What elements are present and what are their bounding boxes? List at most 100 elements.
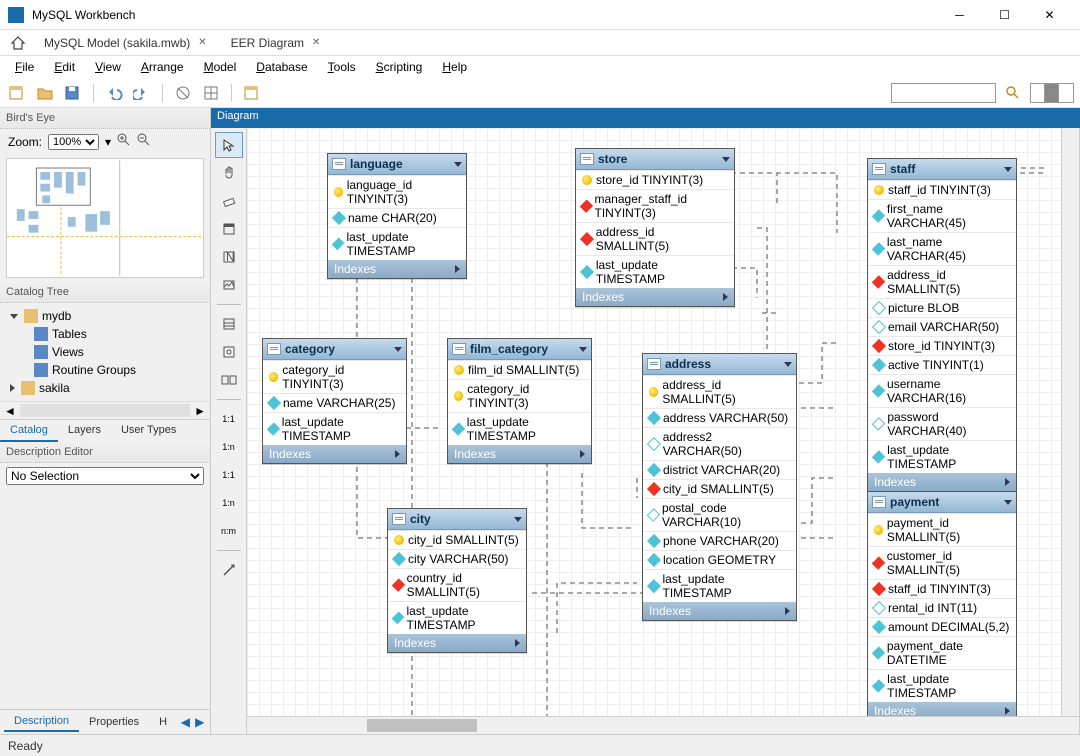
entity-column[interactable]: username VARCHAR(16) xyxy=(868,374,1016,407)
entity-column[interactable]: postal_code VARCHAR(10) xyxy=(643,498,796,531)
reln-1-1-tool-icon[interactable]: 1:1 xyxy=(215,406,243,432)
note-tool-icon[interactable]: N xyxy=(215,244,243,270)
entity-header[interactable]: category xyxy=(263,339,406,360)
subtab-catalog[interactable]: Catalog xyxy=(0,420,58,442)
reln-1-1b-tool-icon[interactable]: 1:1 xyxy=(215,462,243,488)
tree-db-mydb[interactable]: mydb xyxy=(42,309,71,323)
entity-column[interactable]: first_name VARCHAR(45) xyxy=(868,199,1016,232)
layer-tool-icon[interactable] xyxy=(215,216,243,242)
entity-column[interactable]: store_id TINYINT(3) xyxy=(576,170,734,189)
tabs-prev-icon[interactable]: ◀ xyxy=(179,715,191,729)
close-icon[interactable]: ✕ xyxy=(312,37,320,48)
home-icon[interactable] xyxy=(4,32,32,54)
canvas-vscroll[interactable] xyxy=(1061,128,1079,716)
entity-header[interactable]: language xyxy=(328,154,466,175)
catalog-tree[interactable]: mydb Tables Views Routine Groups sakila xyxy=(0,303,210,401)
entity-column[interactable]: address_id SMALLINT(5) xyxy=(643,375,796,408)
entity-column[interactable]: phone VARCHAR(20) xyxy=(643,531,796,550)
entity-column[interactable]: payment_id SMALLINT(5) xyxy=(868,513,1016,546)
entity-header[interactable]: payment xyxy=(868,492,1016,513)
entity-column[interactable]: district VARCHAR(20) xyxy=(643,460,796,479)
undo-icon[interactable] xyxy=(103,82,125,104)
search-input[interactable] xyxy=(891,83,996,103)
description-select[interactable]: No Selection xyxy=(6,467,204,485)
entity-column[interactable]: film_id SMALLINT(5) xyxy=(448,360,591,379)
table-tool-icon[interactable] xyxy=(215,311,243,337)
panel-toggle[interactable] xyxy=(1030,83,1074,103)
entity-column[interactable]: amount DECIMAL(5,2) xyxy=(868,617,1016,636)
chevron-down-icon[interactable] xyxy=(722,157,730,162)
entity-store[interactable]: storestore_id TINYINT(3)manager_staff_id… xyxy=(575,148,735,307)
zoom-out-icon[interactable] xyxy=(137,133,151,150)
entity-column[interactable]: category_id TINYINT(3) xyxy=(448,379,591,412)
entity-header[interactable]: store xyxy=(576,149,734,170)
canvas-hscroll[interactable] xyxy=(247,716,1079,734)
chevron-down-icon[interactable] xyxy=(394,347,402,352)
chevron-down-icon[interactable] xyxy=(784,362,792,367)
entity-column[interactable]: last_update TIMESTAMP xyxy=(388,601,526,634)
routine-tool-icon[interactable] xyxy=(215,367,243,393)
entity-column[interactable]: city_id SMALLINT(5) xyxy=(643,479,796,498)
entity-column[interactable]: last_update TIMESTAMP xyxy=(643,569,796,602)
entity-column[interactable]: address VARCHAR(50) xyxy=(643,408,796,427)
entity-indexes[interactable]: Indexes xyxy=(328,260,466,278)
tree-views[interactable]: Views xyxy=(52,345,84,359)
menu-tools[interactable]: Tools xyxy=(319,57,365,77)
entity-header[interactable]: city xyxy=(388,509,526,530)
reln-1-n-tool-icon[interactable]: 1:n xyxy=(215,434,243,460)
new-table-icon[interactable] xyxy=(241,82,263,104)
menu-database[interactable]: Database xyxy=(247,57,316,77)
chevron-down-icon[interactable] xyxy=(1004,500,1012,505)
entity-column[interactable]: picture BLOB xyxy=(868,298,1016,317)
tree-tables[interactable]: Tables xyxy=(52,327,87,341)
entity-column[interactable]: manager_staff_id TINYINT(3) xyxy=(576,189,734,222)
entity-column[interactable]: name VARCHAR(25) xyxy=(263,393,406,412)
entity-column[interactable]: last_update TIMESTAMP xyxy=(868,440,1016,473)
maximize-button[interactable]: ☐ xyxy=(982,0,1027,30)
menu-edit[interactable]: Edit xyxy=(45,57,84,77)
entity-indexes[interactable]: Indexes xyxy=(576,288,734,306)
tabs-next-icon[interactable]: ▶ xyxy=(194,715,206,729)
entity-column[interactable]: address_id SMALLINT(5) xyxy=(868,265,1016,298)
subtab-usertypes[interactable]: User Types xyxy=(111,420,186,442)
open-icon[interactable] xyxy=(34,82,56,104)
entity-header[interactable]: staff xyxy=(868,159,1016,180)
entity-column[interactable]: location GEOMETRY xyxy=(643,550,796,569)
entity-column[interactable]: city_id SMALLINT(5) xyxy=(388,530,526,549)
entity-column[interactable]: staff_id TINYINT(3) xyxy=(868,579,1016,598)
chevron-down-icon[interactable]: ▾ xyxy=(105,135,111,149)
redo-icon[interactable] xyxy=(131,82,153,104)
entity-indexes[interactable]: Indexes xyxy=(868,473,1016,491)
entity-column[interactable]: rental_id INT(11) xyxy=(868,598,1016,617)
image-tool-icon[interactable] xyxy=(215,272,243,298)
zoom-in-icon[interactable] xyxy=(117,133,131,150)
new-icon[interactable] xyxy=(6,82,28,104)
entity-column[interactable]: store_id TINYINT(3) xyxy=(868,336,1016,355)
entity-city[interactable]: citycity_id SMALLINT(5)city VARCHAR(50)c… xyxy=(387,508,527,653)
close-button[interactable]: ✕ xyxy=(1027,0,1072,30)
btab-description[interactable]: Description xyxy=(4,712,79,732)
entity-address[interactable]: addressaddress_id SMALLINT(5)address VAR… xyxy=(642,353,797,621)
menu-file[interactable]: File xyxy=(6,57,43,77)
entity-header[interactable]: address xyxy=(643,354,796,375)
entity-column[interactable]: last_update TIMESTAMP xyxy=(868,669,1016,702)
tree-routines[interactable]: Routine Groups xyxy=(52,363,136,377)
reln-1-nb-tool-icon[interactable]: 1:n xyxy=(215,490,243,516)
entity-column[interactable]: last_update TIMESTAMP xyxy=(328,227,466,260)
entity-language[interactable]: languagelanguage_id TINYINT(3)name CHAR(… xyxy=(327,153,467,279)
tree-db-sakila[interactable]: sakila xyxy=(39,381,70,395)
menu-scripting[interactable]: Scripting xyxy=(367,57,432,77)
entity-column[interactable]: customer_id SMALLINT(5) xyxy=(868,546,1016,579)
hand-tool-icon[interactable] xyxy=(215,160,243,186)
entity-column[interactable]: last_update TIMESTAMP xyxy=(448,412,591,445)
entity-indexes[interactable]: Indexes xyxy=(643,602,796,620)
subtab-layers[interactable]: Layers xyxy=(58,420,111,442)
entity-column[interactable]: payment_date DATETIME xyxy=(868,636,1016,669)
entity-column[interactable]: name CHAR(20) xyxy=(328,208,466,227)
menu-model[interactable]: Model xyxy=(195,57,246,77)
reln-n-m-tool-icon[interactable]: n:m xyxy=(215,518,243,544)
btab-properties[interactable]: Properties xyxy=(79,713,149,731)
chevron-down-icon[interactable] xyxy=(1004,167,1012,172)
entity-category[interactable]: categorycategory_id TINYINT(3)name VARCH… xyxy=(262,338,407,464)
entity-column[interactable]: address2 VARCHAR(50) xyxy=(643,427,796,460)
